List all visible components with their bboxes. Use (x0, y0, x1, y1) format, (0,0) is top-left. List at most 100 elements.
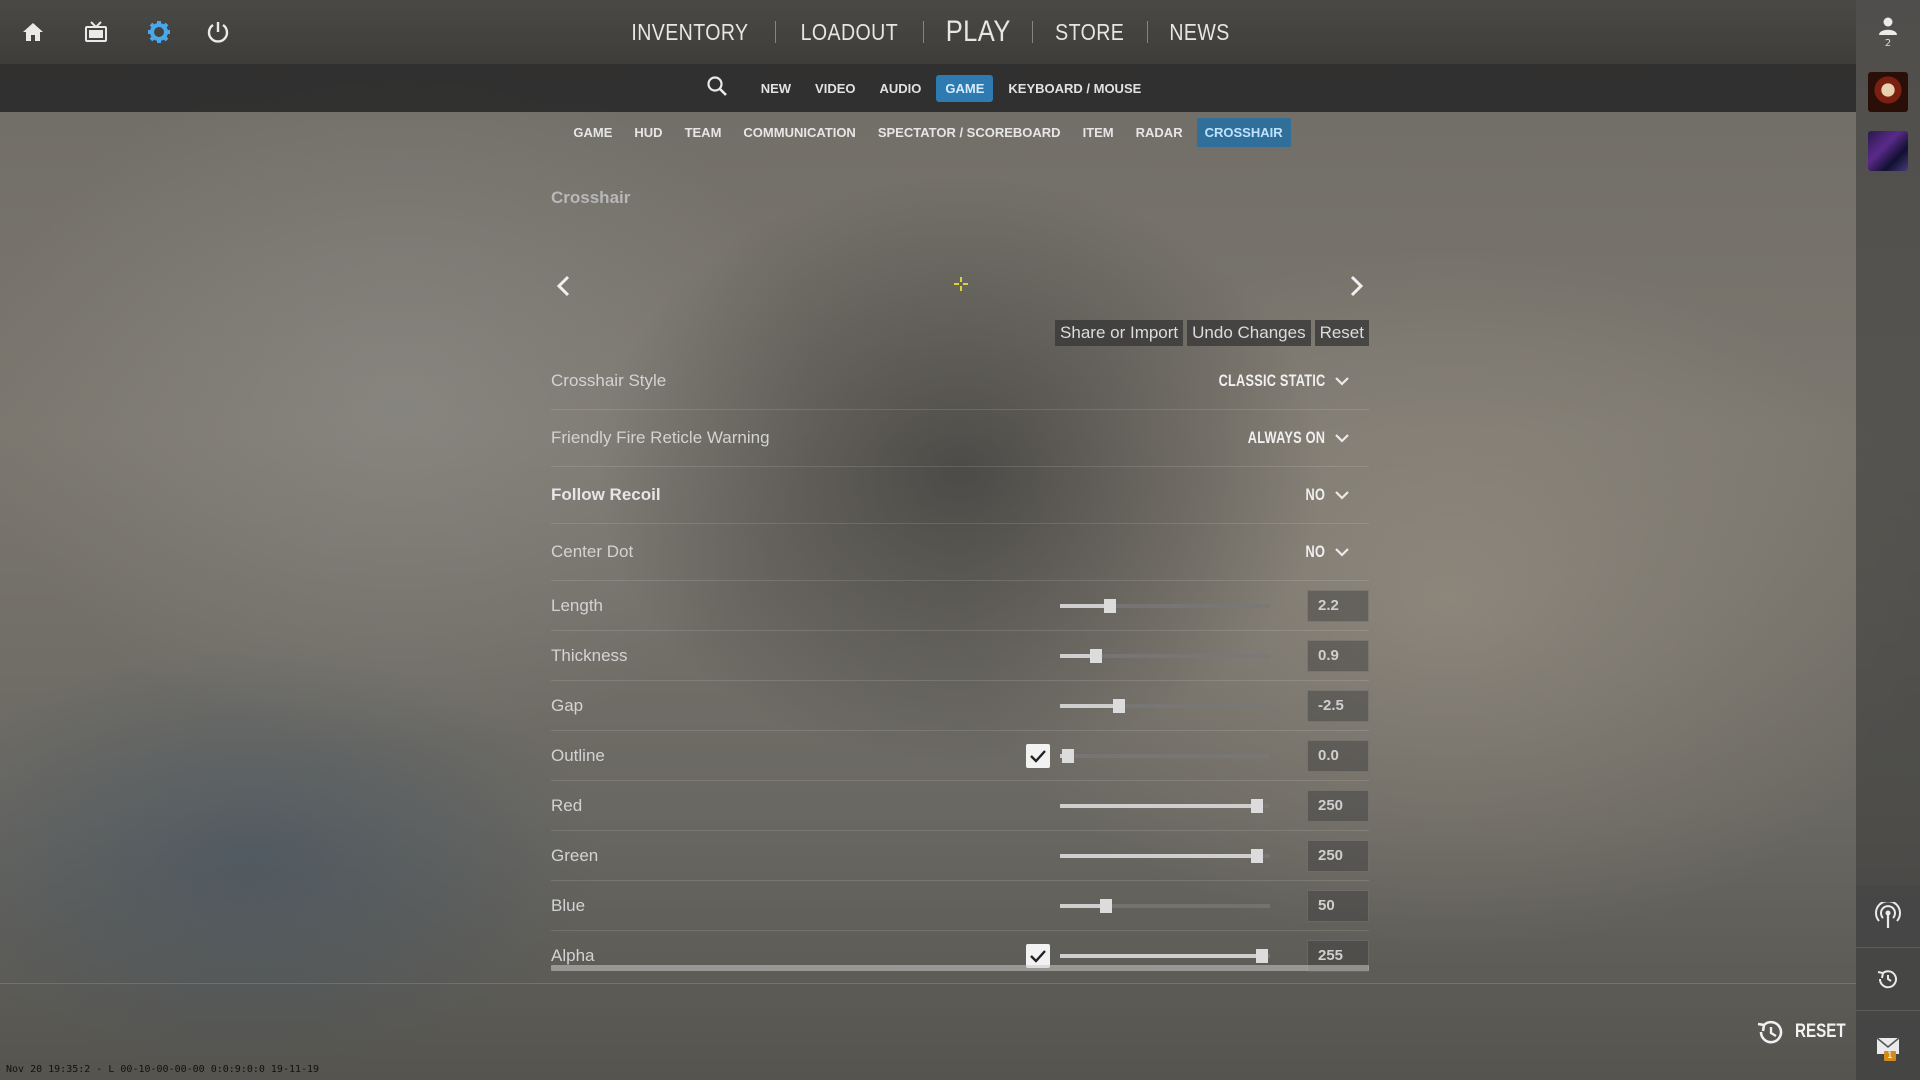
slider-thumb[interactable] (1251, 798, 1264, 813)
undo-changes-button[interactable]: Undo Changes (1187, 320, 1311, 346)
section-game[interactable]: GAME (565, 118, 620, 147)
rail-bottom-controls: 1 (1856, 885, 1920, 1080)
tab-audio[interactable]: AUDIO (871, 75, 931, 102)
slider-thumb[interactable] (1251, 848, 1264, 863)
setting-row-thickness: Thickness 0.9 (551, 631, 1369, 681)
setting-row-friendly-fire-warning: Friendly Fire Reticle Warning ALWAYS ON (551, 410, 1369, 467)
setting-label: Green (551, 845, 599, 865)
outline-checkbox[interactable] (1026, 743, 1050, 768)
broadcast-button[interactable] (1856, 885, 1920, 948)
slider-thumb[interactable] (1255, 948, 1268, 963)
main-nav: INVENTORY LOADOUT PLAY STORE NEWS (0, 0, 1856, 64)
tab-video[interactable]: VIDEO (806, 75, 864, 102)
setting-row-blue: Blue 50 (551, 881, 1369, 931)
section-team[interactable]: TEAM (677, 118, 730, 147)
gap-value-input[interactable]: -2.5 (1307, 689, 1369, 722)
setting-row-crosshair-style: Crosshair Style CLASSIC STATIC (551, 353, 1369, 410)
setting-label: Length (551, 595, 603, 615)
footer-divider (0, 983, 1856, 984)
tab-keyboard-mouse[interactable]: KEYBOARD / MOUSE (999, 75, 1150, 102)
crosshair-style-dropdown[interactable]: CLASSIC STATIC (1183, 371, 1349, 391)
red-slider[interactable] (1060, 798, 1270, 813)
checkmark-icon (1030, 749, 1046, 763)
nav-inventory[interactable]: INVENTORY (618, 19, 762, 46)
history-button[interactable] (1856, 948, 1920, 1011)
game-section-nav: GAME HUD TEAM COMMUNICATION SPECTATOR / … (0, 117, 1856, 147)
dropdown-value: NO (1305, 485, 1325, 504)
debug-info-text: Nov 20 19:35:2 - L 00-10-00-00-00 0:0:9:… (6, 1064, 320, 1075)
slider-fill (1060, 803, 1258, 808)
crosshair-actions: Share or Import Undo Changes Reset (1055, 320, 1369, 346)
slider-fill (1060, 853, 1258, 858)
friendly-fire-warning-dropdown[interactable]: ALWAYS ON (1222, 428, 1349, 448)
next-crosshair-button[interactable] (1345, 270, 1369, 302)
friends-rail: 2 1 (1856, 0, 1920, 1080)
mail-button[interactable]: 1 (1856, 1011, 1920, 1080)
panel-scrollbar[interactable] (551, 965, 1369, 971)
top-bar: INVENTORY LOADOUT PLAY STORE NEWS (0, 0, 1856, 64)
setting-label: Thickness (551, 645, 628, 665)
setting-label: Center Dot (551, 542, 634, 561)
tab-new[interactable]: NEW (752, 75, 800, 102)
setting-label: Gap (551, 695, 584, 715)
alpha-slider[interactable] (1060, 948, 1270, 963)
section-communication[interactable]: COMMUNICATION (735, 118, 863, 147)
setting-label: Crosshair Style (551, 371, 667, 390)
alpha-checkbox[interactable] (1026, 943, 1050, 968)
slider-thumb[interactable] (1104, 598, 1117, 613)
blue-slider[interactable] (1060, 898, 1270, 913)
red-value-input[interactable]: 250 (1307, 789, 1369, 822)
slider-thumb[interactable] (1100, 898, 1113, 913)
nav-separator (775, 21, 777, 43)
settings-list: Crosshair Style CLASSIC STATIC Friendly … (551, 353, 1369, 980)
section-crosshair[interactable]: CROSSHAIR (1196, 117, 1291, 147)
follow-recoil-dropdown[interactable]: NO (1299, 485, 1349, 505)
thickness-value-input[interactable]: 0.9 (1307, 639, 1369, 672)
slider-fill (1060, 703, 1119, 708)
friend-avatar[interactable] (1868, 72, 1908, 112)
chevron-left-icon (556, 275, 570, 297)
setting-row-center-dot: Center Dot NO (551, 524, 1369, 581)
green-value-input[interactable]: 250 (1307, 839, 1369, 872)
section-spectator-scoreboard[interactable]: SPECTATOR / SCOREBOARD (870, 118, 1069, 147)
chevron-right-icon (1350, 275, 1364, 297)
slider-thumb[interactable] (1112, 698, 1125, 713)
previous-crosshair-button[interactable] (551, 270, 575, 302)
friend-count: 2 (1884, 37, 1892, 49)
section-hud[interactable]: HUD (626, 118, 670, 147)
nav-news[interactable]: NEWS (1155, 19, 1243, 46)
slider-thumb[interactable] (1089, 648, 1102, 663)
reset-button[interactable]: Reset (1314, 320, 1369, 346)
setting-label: Follow Recoil (551, 485, 661, 504)
blue-value-input[interactable]: 50 (1307, 889, 1369, 922)
checkmark-icon (1030, 949, 1046, 963)
reset-all-button[interactable]: RESET (1755, 1018, 1858, 1046)
outline-slider[interactable] (1060, 748, 1270, 763)
setting-row-length: Length 2.2 (551, 581, 1369, 631)
share-import-button[interactable]: Share or Import (1055, 320, 1184, 346)
length-value-input[interactable]: 2.2 (1307, 589, 1369, 622)
thickness-slider[interactable] (1060, 648, 1270, 663)
outline-value-input[interactable]: 0.0 (1307, 739, 1369, 772)
setting-row-alpha: Alpha 255 (551, 931, 1369, 980)
setting-label: Blue (551, 895, 586, 915)
green-slider[interactable] (1060, 848, 1270, 863)
setting-label: Friendly Fire Reticle Warning (551, 428, 770, 447)
slider-thumb[interactable] (1062, 748, 1075, 763)
section-radar[interactable]: RADAR (1128, 118, 1191, 147)
clock-icon (1877, 970, 1897, 989)
setting-row-outline: Outline 0.0 (551, 731, 1369, 781)
center-dot-dropdown[interactable]: NO (1299, 542, 1349, 562)
nav-store[interactable]: STORE (1042, 19, 1138, 46)
friends-button[interactable]: 2 (1856, 0, 1920, 64)
nav-loadout[interactable]: LOADOUT (787, 19, 912, 46)
friend-avatar[interactable] (1868, 131, 1908, 171)
nav-play[interactable]: PLAY (932, 15, 1024, 49)
length-slider[interactable] (1060, 598, 1270, 613)
section-item[interactable]: ITEM (1075, 118, 1122, 147)
gap-slider[interactable] (1060, 698, 1270, 713)
search-icon[interactable] (706, 75, 728, 101)
setting-row-gap: Gap -2.5 (551, 681, 1369, 731)
panel-title: Crosshair (551, 188, 631, 207)
tab-game[interactable]: GAME (936, 74, 994, 102)
